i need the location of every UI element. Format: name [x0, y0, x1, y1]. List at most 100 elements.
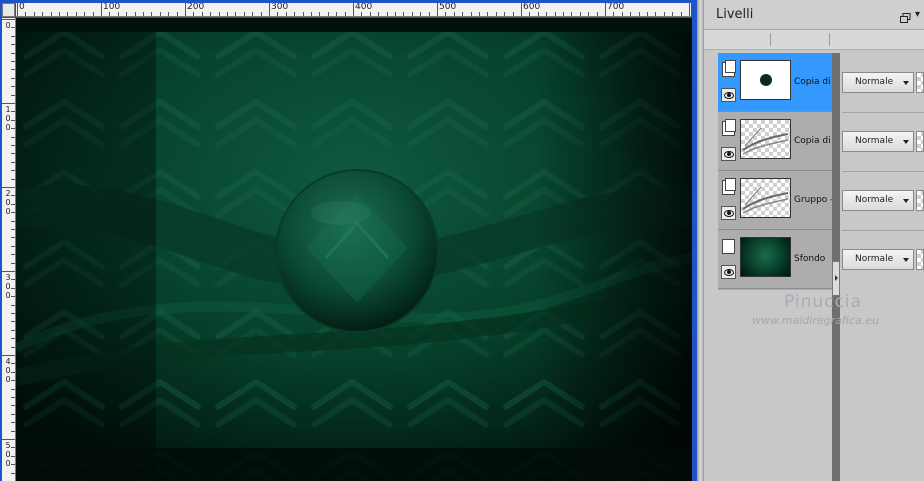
ruler-tick: [11, 464, 15, 465]
column-divider[interactable]: [770, 33, 771, 46]
ruler-corner[interactable]: [2, 3, 15, 17]
ruler-tick: [11, 195, 15, 196]
column-divider[interactable]: [829, 33, 830, 46]
eye-icon[interactable]: [721, 88, 736, 102]
ruler-tick: [11, 447, 15, 448]
palette-title-bar[interactable]: Livelli ▾: [704, 0, 924, 30]
horizontal-ruler[interactable]: 0 100 200 300 400 500 600 700: [16, 3, 691, 17]
ruler-tick: [11, 363, 15, 364]
ruler-tick: [11, 246, 15, 247]
ruler-tick: [11, 473, 15, 474]
ruler-tick: [42, 12, 43, 16]
layer-row-copia-di-g[interactable]: Copia di G: [718, 112, 834, 171]
ruler-label: 4: [5, 357, 11, 366]
opacity-slider[interactable]: [916, 131, 924, 152]
ruler-tick: [93, 12, 94, 16]
ruler-tick: [689, 3, 690, 16]
panel-splitter[interactable]: [697, 0, 704, 481]
layer-thumbnail: [740, 178, 791, 218]
ruler-tick: [11, 120, 15, 121]
layer-group-icon[interactable]: [722, 119, 736, 136]
ruler-tick: [521, 3, 522, 16]
blend-mode-select[interactable]: Normale: [842, 249, 914, 270]
ruler-label: 100: [103, 3, 121, 12]
ruler-tick: [479, 12, 480, 16]
ruler-tick: [11, 137, 15, 138]
ruler-tick: [412, 12, 413, 16]
ruler-tick: [210, 12, 211, 16]
ruler-label: 0: [5, 114, 11, 123]
vertical-ruler[interactable]: 0 1 0 0 2 0 0 3 0 0 4 0 0 5 0 0: [2, 18, 16, 481]
ruler-tick: [303, 12, 304, 16]
ruler-tick: [67, 12, 68, 16]
ruler-tick: [11, 204, 15, 205]
ruler-tick: [555, 12, 556, 16]
ruler-tick: [597, 12, 598, 16]
restore-window-icon[interactable]: [900, 9, 911, 23]
ruler-tick: [395, 12, 396, 16]
layer-row-sfondo[interactable]: Sfondo: [718, 230, 834, 289]
ruler-tick: [11, 321, 15, 322]
ruler-tick: [11, 153, 15, 154]
ruler-tick: [34, 12, 35, 16]
layer-row-copia-di-s[interactable]: Copia di S: [718, 53, 834, 112]
canvas-window: 0 100 200 300 400 500 600 700 0 1 0 0 2 …: [0, 0, 697, 481]
raster-layer-icon[interactable]: [722, 239, 735, 254]
scrollbar-thumb[interactable]: [832, 261, 840, 296]
ruler-tick: [11, 305, 15, 306]
ruler-tick: [672, 12, 673, 16]
blend-mode-select[interactable]: Normale: [842, 190, 914, 211]
ruler-tick: [177, 12, 178, 16]
ruler-tick: [311, 12, 312, 16]
layer-name[interactable]: Copia di S: [794, 77, 834, 87]
opacity-slider[interactable]: [916, 249, 924, 270]
ruler-label: 0: [19, 3, 25, 12]
eye-icon[interactable]: [721, 147, 736, 161]
ruler-tick: [429, 12, 430, 16]
layer-name[interactable]: Gruppo -: [794, 195, 834, 205]
ruler-tick: [11, 380, 15, 381]
ruler-tick: [11, 179, 15, 180]
ruler-tick: [277, 12, 278, 16]
ruler-tick: [11, 431, 15, 432]
ruler-tick: [17, 3, 18, 16]
row-divider: [842, 112, 924, 113]
ruler-tick: [109, 12, 110, 16]
ruler-tick: [378, 12, 379, 16]
ruler-tick: [160, 12, 161, 16]
layer-group-icon[interactable]: [722, 178, 736, 195]
opacity-slider[interactable]: [916, 190, 924, 211]
ruler-label: 0: [5, 366, 11, 375]
ruler-tick: [59, 12, 60, 16]
ruler-tick: [605, 3, 606, 16]
opacity-slider[interactable]: [916, 72, 924, 93]
layer-list: Copia di S Copia di G Gruppo - Sfondo: [718, 53, 834, 290]
ruler-tick: [11, 61, 15, 62]
layer-name[interactable]: Copia di G: [794, 136, 834, 146]
ruler-tick: [269, 3, 270, 16]
eye-icon[interactable]: [721, 265, 736, 279]
image-canvas[interactable]: [16, 18, 692, 481]
dropdown-arrow-icon: [903, 258, 909, 262]
ruler-tick: [126, 12, 127, 16]
ruler-tick: [11, 128, 15, 129]
ruler-tick: [11, 254, 15, 255]
ruler-tick: [529, 12, 530, 16]
eye-icon[interactable]: [721, 206, 736, 220]
ruler-tick: [11, 263, 15, 264]
ruler-tick: [11, 397, 15, 398]
layer-group-icon[interactable]: [722, 60, 736, 77]
chevron-down-icon[interactable]: ▾: [915, 9, 920, 21]
layer-name[interactable]: Sfondo: [794, 254, 834, 264]
layer-thumbnail: [740, 119, 791, 159]
blend-mode-select[interactable]: Normale: [842, 72, 914, 93]
ruler-tick: [11, 456, 15, 457]
ruler-tick: [143, 12, 144, 16]
ruler-tick: [11, 279, 15, 280]
blend-mode-select[interactable]: Normale: [842, 131, 914, 152]
layer-thumbnail: [740, 237, 791, 277]
layer-list-scrollbar[interactable]: [832, 53, 840, 481]
layer-thumbnail: [740, 60, 791, 100]
ruler-tick: [11, 237, 15, 238]
layer-row-gruppo[interactable]: Gruppo -: [718, 171, 834, 230]
